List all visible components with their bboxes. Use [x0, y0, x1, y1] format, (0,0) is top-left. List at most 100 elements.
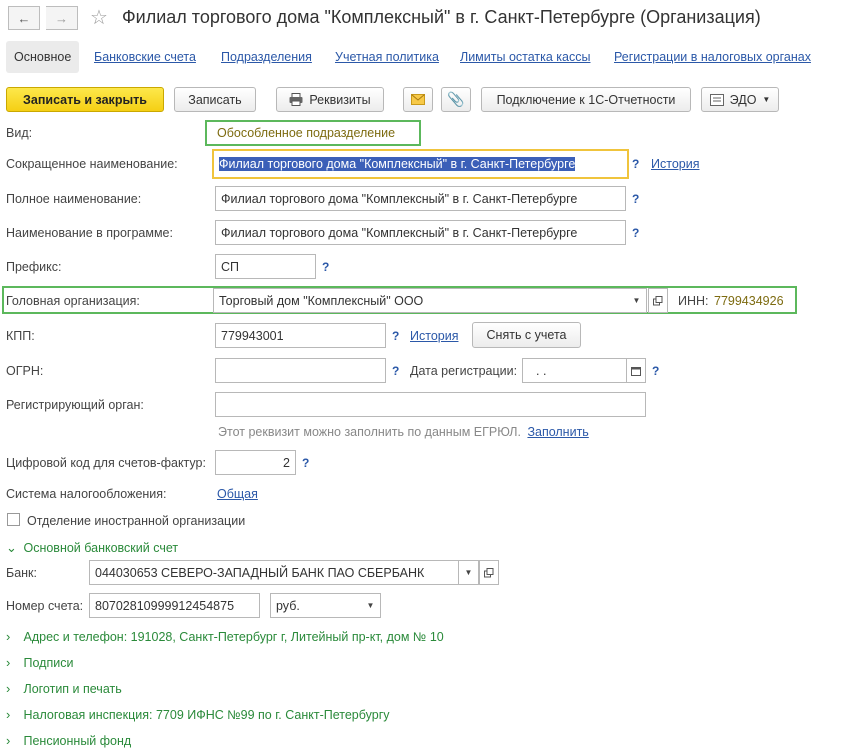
kind-highlight: Обособленное подразделение: [205, 120, 421, 146]
help-icon[interactable]: ?: [302, 456, 309, 470]
chevron-down-icon: ▼: [366, 601, 375, 610]
kpp-input[interactable]: 779943001: [215, 323, 386, 348]
foreign-branch-label: Отделение иностранной организации: [27, 514, 246, 528]
inn-value: 7799434926: [714, 294, 784, 308]
chevron-right-icon: ›: [6, 655, 11, 670]
help-icon[interactable]: ?: [632, 157, 639, 171]
head-org-dropdown[interactable]: ▼: [627, 288, 647, 313]
help-icon[interactable]: ?: [652, 364, 659, 378]
paperclip-icon: 📎: [447, 91, 465, 107]
section-logo[interactable]: › Логотип и печать: [6, 681, 122, 696]
egrul-hint-text: Этот реквизит можно заполнить по данным …: [218, 425, 521, 439]
program-name-label: Наименование в программе:: [6, 226, 173, 240]
tab-main[interactable]: Основное: [6, 41, 80, 73]
bank-input[interactable]: 044030653 СЕВЕРО-ЗАПАДНЫЙ БАНК ПАО СБЕРБ…: [89, 560, 459, 585]
head-org-open-button[interactable]: [648, 288, 668, 313]
head-org-label: Головная организация:: [6, 294, 140, 308]
attachments-button[interactable]: 📎: [441, 87, 471, 112]
full-name-input[interactable]: Филиал торгового дома "Комплексный" в г.…: [215, 186, 626, 211]
help-icon[interactable]: ?: [322, 260, 329, 274]
edo-icon: [709, 93, 724, 106]
tab-cash-limits[interactable]: Лимиты остатка кассы: [460, 50, 590, 64]
section-address[interactable]: › Адрес и телефон: 191028, Санкт-Петербу…: [6, 629, 444, 644]
chevron-right-icon: ›: [6, 629, 11, 644]
kind-label: Вид:: [6, 126, 33, 140]
prefix-label: Префикс:: [6, 260, 62, 274]
short-name-label: Сокращенное наименование:: [6, 157, 178, 171]
section-tax-office-label: Налоговая инспекция: 7709 ИФНС №99 по г.…: [23, 708, 390, 722]
calendar-button[interactable]: [626, 359, 645, 382]
full-name-label: Полное наименование:: [6, 192, 142, 206]
arrow-left-icon: ←: [17, 10, 31, 26]
currency-dropdown[interactable]: ▼: [361, 593, 381, 618]
open-icon: [653, 295, 663, 305]
tab-tax-registrations[interactable]: Регистрации в налоговых органах: [614, 50, 811, 64]
chevron-down-icon: ▼: [464, 568, 473, 577]
chevron-right-icon: ›: [6, 707, 11, 722]
section-pension-fund[interactable]: › Пенсионный фонд: [6, 733, 131, 748]
section-address-label: Адрес и телефон: 191028, Санкт-Петербург…: [23, 630, 444, 644]
save-close-button[interactable]: Записать и закрыть: [6, 87, 164, 112]
bank-section-header[interactable]: ⌄ Основной банковский счет: [6, 540, 178, 556]
invoice-code-input[interactable]: 2: [215, 450, 296, 475]
account-label: Номер счета:: [6, 599, 84, 613]
section-signatures-label: Подписи: [23, 656, 74, 670]
calendar-icon: [631, 366, 641, 376]
account-input[interactable]: 80702810999912454875: [89, 593, 260, 618]
tab-accounting-policy[interactable]: Учетная политика: [335, 50, 439, 64]
star-icon[interactable]: ☆: [90, 5, 108, 30]
prefix-input[interactable]: СП: [215, 254, 316, 279]
foreign-branch-checkbox[interactable]: [7, 513, 20, 526]
chevron-right-icon: ›: [6, 681, 11, 696]
invoice-code-label: Цифровой код для счетов-фактур:: [6, 456, 206, 470]
short-name-value: Филиал торгового дома "Комплексный" в г.…: [219, 157, 576, 171]
ogrn-input[interactable]: [215, 358, 386, 383]
bank-open-button[interactable]: [479, 560, 499, 585]
tab-divisions[interactable]: Подразделения: [221, 50, 312, 64]
tab-bank-accounts[interactable]: Банковские счета: [94, 50, 196, 64]
currency-input[interactable]: руб.: [270, 593, 362, 618]
egrul-hint: Этот реквизит можно заполнить по данным …: [218, 425, 589, 439]
reg-date-label: Дата регистрации:: [410, 364, 518, 378]
requisites-label: Реквизиты: [309, 92, 371, 107]
program-name-input[interactable]: Филиал торгового дома "Комплексный" в г.…: [215, 220, 626, 245]
bank-label: Банк:: [6, 566, 37, 580]
section-tax-office[interactable]: › Налоговая инспекция: 7709 ИФНС №99 по …: [6, 707, 390, 722]
window-title: Филиал торгового дома "Комплексный" в г.…: [122, 7, 761, 27]
chevron-down-icon: ▼: [632, 296, 641, 305]
help-icon[interactable]: ?: [392, 329, 399, 343]
edo-button[interactable]: ЭДО ▼: [701, 87, 779, 112]
ogrn-label: ОГРН:: [6, 364, 44, 378]
bank-dropdown[interactable]: ▼: [459, 560, 479, 585]
help-icon[interactable]: ?: [392, 364, 399, 378]
reg-body-input[interactable]: [215, 392, 646, 417]
help-icon[interactable]: ?: [632, 192, 639, 206]
section-pension-fund-label: Пенсионный фонд: [23, 734, 132, 748]
save-button[interactable]: Записать: [174, 87, 256, 112]
bank-section-title: Основной банковский счет: [23, 541, 179, 555]
arrow-right-icon: →: [55, 10, 68, 26]
printer-icon: [289, 93, 303, 106]
help-icon[interactable]: ?: [632, 226, 639, 240]
edo-label: ЭДО: [729, 92, 757, 107]
back-button[interactable]: ←: [8, 6, 40, 30]
kpp-label: КПП:: [6, 329, 35, 343]
short-name-input[interactable]: Филиал торгового дома "Комплексный" в г.…: [212, 149, 629, 179]
envelope-icon: [411, 94, 425, 105]
email-button[interactable]: [403, 87, 433, 112]
open-icon: [484, 567, 494, 577]
deregister-button[interactable]: Снять с учета: [472, 322, 581, 348]
section-logo-label: Логотип и печать: [23, 682, 122, 696]
kpp-history-link[interactable]: История: [410, 329, 458, 343]
head-org-input[interactable]: Торговый дом "Комплексный" ООО: [213, 288, 628, 313]
tax-system-label: Система налогообложения:: [6, 487, 167, 501]
forward-button[interactable]: →: [46, 6, 78, 30]
connect-reporting-button[interactable]: Подключение к 1С-Отчетности: [481, 87, 691, 112]
fill-link[interactable]: Заполнить: [527, 425, 588, 439]
kind-value: Обособленное подразделение: [217, 126, 396, 140]
tax-system-link[interactable]: Общая: [217, 487, 258, 501]
chevron-down-icon: ▼: [762, 95, 771, 104]
history-link[interactable]: История: [651, 157, 699, 171]
requisites-button[interactable]: Реквизиты: [276, 87, 384, 112]
section-signatures[interactable]: › Подписи: [6, 655, 73, 670]
